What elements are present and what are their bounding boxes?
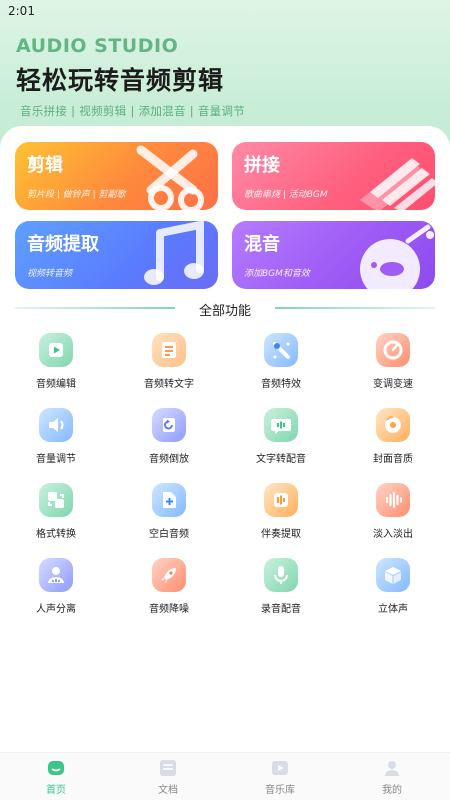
home-icon — [46, 759, 66, 777]
tool-label: 音量调节 — [36, 454, 76, 465]
music-library-icon — [270, 759, 290, 777]
card-mix[interactable]: 混音 添加BGM和音效 — [232, 221, 435, 289]
tool-record-dub[interactable]: 录音配音 — [236, 558, 326, 615]
nav-label: 我的 — [382, 785, 402, 796]
tool-audio-to-text[interactable]: 音频转文字 — [124, 333, 214, 390]
rewind-icon — [152, 408, 186, 442]
convert-icon — [39, 483, 73, 517]
card-cut[interactable]: 剪辑 剪片段 | 做铃声 | 剪副歌 — [15, 142, 218, 210]
tool-label: 变调变速 — [373, 379, 413, 390]
tool-reverse[interactable]: 音频倒放 — [124, 408, 214, 465]
document-list-icon — [158, 759, 178, 777]
tool-pitch-speed[interactable]: 变调变速 — [348, 333, 438, 390]
card-merge[interactable]: 拼接 歌曲串烧 | 活动BGM — [232, 142, 435, 210]
waveform-icon — [376, 483, 410, 517]
feature-tags: 音乐拼接 | 视频剪辑 | 添加混音 | 音量调节 — [20, 104, 246, 118]
card-subtitle: 剪片段 | 做铃声 | 剪副歌 — [27, 190, 126, 200]
rocket-icon — [152, 558, 186, 592]
scissors-icon — [136, 145, 204, 210]
speed-dial-icon — [376, 333, 410, 367]
tool-label: 人声分离 — [36, 604, 76, 615]
card-subtitle: 视频转音频 — [27, 269, 73, 279]
tool-label: 音频特效 — [261, 379, 301, 390]
section-title: 全部功能 — [198, 304, 251, 319]
magic-wand-icon — [264, 333, 298, 367]
card-title: 音频提取 — [27, 234, 99, 255]
tool-fade[interactable]: 淡入淡出 — [348, 483, 438, 540]
profile-icon — [382, 759, 402, 777]
tool-label: 格式转换 — [36, 529, 76, 540]
tool-label: 音频转文字 — [144, 379, 194, 390]
ribbon-stripes-icon — [360, 158, 435, 210]
tool-label: 封面音质 — [373, 454, 413, 465]
tool-label: 文字转配音 — [256, 454, 306, 465]
status-time: 2:01 — [8, 4, 35, 18]
document-icon — [152, 333, 186, 367]
card-title: 剪辑 — [27, 155, 63, 176]
tool-label: 空白音频 — [149, 529, 189, 540]
nav-label: 文档 — [158, 785, 178, 796]
slogan: 轻松玩转音频剪辑 — [16, 66, 225, 95]
tool-label: 伴奏提取 — [261, 529, 301, 540]
add-file-icon — [152, 483, 186, 517]
tool-cover-quality[interactable]: 封面音质 — [348, 408, 438, 465]
tool-accompaniment[interactable]: 伴奏提取 — [236, 483, 326, 540]
nav-documents[interactable]: 文档 — [112, 759, 224, 796]
card-subtitle: 添加BGM和音效 — [244, 269, 310, 279]
tool-label: 录音配音 — [261, 604, 301, 615]
section-header: 全部功能 — [15, 300, 435, 319]
chat-waveform-icon — [264, 408, 298, 442]
cube-icon — [376, 558, 410, 592]
card-extract[interactable]: 音频提取 视频转音频 — [15, 221, 218, 289]
card-subtitle: 歌曲串烧 | 活动BGM — [244, 190, 328, 200]
tool-denoise[interactable]: 音频降噪 — [124, 558, 214, 615]
nav-music-library[interactable]: 音乐库 — [224, 759, 336, 796]
tool-stereo[interactable]: 立体声 — [348, 558, 438, 615]
play-box-icon — [39, 333, 73, 367]
tool-audio-edit[interactable]: 音频编辑 — [11, 333, 101, 390]
extract-icon — [264, 483, 298, 517]
music-note-icon — [144, 221, 204, 285]
voice-separate-icon — [39, 558, 73, 592]
nav-home[interactable]: 首页 — [0, 759, 112, 796]
nav-label: 首页 — [46, 785, 66, 796]
tool-text-to-voice[interactable]: 文字转配音 — [236, 408, 326, 465]
card-title: 混音 — [244, 234, 280, 255]
nav-profile[interactable]: 我的 — [336, 759, 448, 796]
disc-icon — [376, 408, 410, 442]
nav-label: 音乐库 — [265, 785, 295, 796]
card-title: 拼接 — [244, 155, 280, 176]
tool-voice-separate[interactable]: 人声分离 — [11, 558, 101, 615]
tool-audio-effects[interactable]: 音频特效 — [236, 333, 326, 390]
tool-label: 音频倒放 — [149, 454, 189, 465]
mixer-disc-icon — [360, 224, 434, 289]
tool-label: 立体声 — [378, 604, 408, 615]
tool-blank-audio[interactable]: 空白音频 — [124, 483, 214, 540]
volume-icon — [39, 408, 73, 442]
tool-label: 音频降噪 — [149, 604, 189, 615]
tool-format-convert[interactable]: 格式转换 — [11, 483, 101, 540]
tool-volume[interactable]: 音量调节 — [11, 408, 101, 465]
tool-label: 淡入淡出 — [373, 529, 413, 540]
bottom-nav: 首页 文档 音乐库 我的 — [0, 752, 450, 800]
tool-label: 音频编辑 — [36, 379, 76, 390]
brand-title: AUDIO STUDIO — [16, 35, 179, 57]
microphone-icon — [264, 558, 298, 592]
